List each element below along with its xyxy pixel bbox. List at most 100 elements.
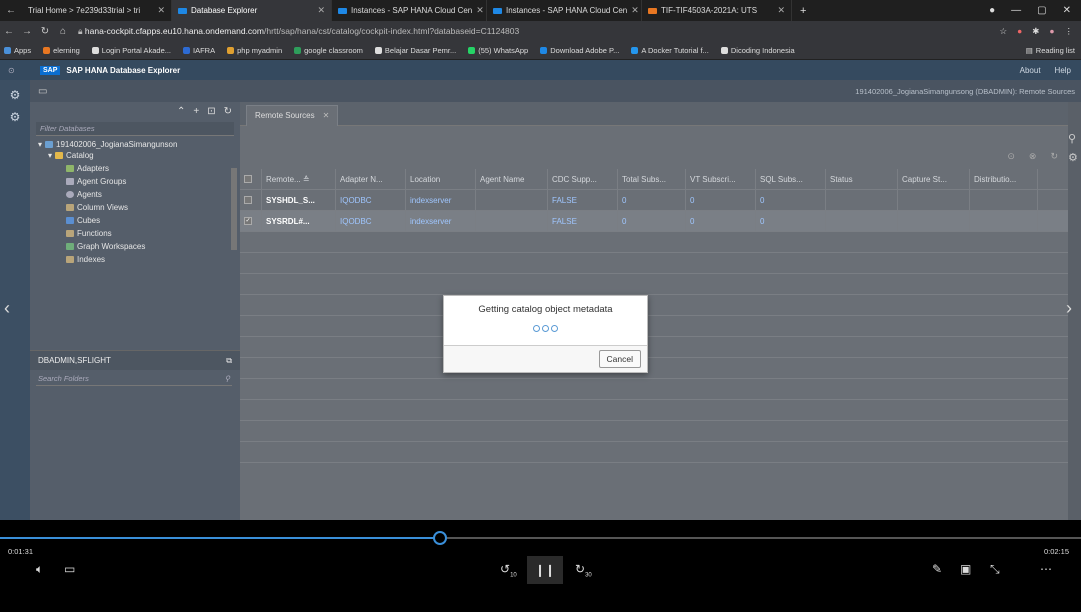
- filter-databases-input[interactable]: Filter Databases: [36, 122, 234, 136]
- play-icon[interactable]: ⊙: [1007, 151, 1015, 162]
- tree-item-agents[interactable]: Agents: [38, 189, 240, 200]
- tree-item-functions[interactable]: Functions: [38, 228, 240, 239]
- back-icon[interactable]: ←: [0, 26, 18, 37]
- home-icon[interactable]: ⌂: [54, 26, 72, 37]
- search-icon[interactable]: ⚲: [225, 374, 231, 383]
- cell-remote-source[interactable]: SYSRDL#...: [262, 210, 336, 232]
- row-select-cell[interactable]: [240, 189, 262, 211]
- puzzle-icon[interactable]: ✱: [1032, 26, 1039, 37]
- reload-icon[interactable]: ↻: [36, 26, 54, 37]
- bookmark[interactable]: IAFRA: [183, 46, 215, 55]
- stop-icon[interactable]: ⊗: [1029, 151, 1037, 162]
- back-icon[interactable]: ←: [0, 5, 22, 16]
- sql-console-icon[interactable]: ⊡: [207, 106, 215, 117]
- select-all-cell[interactable]: [240, 168, 262, 190]
- settings-icon[interactable]: ⚙: [0, 110, 30, 124]
- close-tab-icon[interactable]: ✕: [631, 5, 639, 16]
- star-icon[interactable]: ☆: [999, 26, 1007, 37]
- sql-console-icon[interactable]: ▭: [38, 86, 47, 97]
- edit-pen-icon[interactable]: ✎: [932, 562, 942, 576]
- tree-catalog-node[interactable]: ▾ Catalog: [38, 150, 240, 161]
- bookmark[interactable]: elerning: [43, 46, 80, 55]
- menu-icon[interactable]: ⋮: [1065, 26, 1074, 37]
- bookmark[interactable]: Login Portal Akade...: [91, 46, 171, 55]
- tree-item-cubes[interactable]: Cubes: [38, 215, 240, 226]
- forward-30-icon[interactable]: ↻30: [575, 562, 592, 578]
- bookmark[interactable]: Dicoding Indonesia: [720, 46, 795, 55]
- expand-caret-icon[interactable]: ▾: [48, 150, 52, 161]
- column-header[interactable]: Total Subs...: [618, 168, 686, 190]
- tree-item-graph-workspaces[interactable]: Graph Workspaces: [38, 241, 240, 252]
- column-header[interactable]: Capture St...: [898, 168, 970, 190]
- forward-icon[interactable]: →: [18, 26, 36, 37]
- close-tab-icon[interactable]: ✕: [777, 5, 785, 16]
- close-tab-icon[interactable]: ✕: [157, 5, 165, 16]
- browser-tab[interactable]: TIF-TIF4503A-2021A: UTS ✕: [642, 0, 792, 21]
- volume-icon[interactable]: 🔈︎: [36, 562, 43, 577]
- shell-menu-icon[interactable]: ⊙: [8, 66, 15, 75]
- bookmark[interactable]: (55) WhatsApp: [468, 46, 528, 55]
- avatar[interactable]: ●: [1049, 26, 1054, 37]
- table-row-selected[interactable]: ✓ SYSRDL#... IQODBC indexserver FALSE 0 …: [240, 210, 1068, 232]
- minimize-icon[interactable]: —: [1011, 5, 1021, 16]
- row-checkbox[interactable]: [244, 196, 252, 204]
- column-header[interactable]: Remote... ≙: [262, 168, 336, 190]
- column-header[interactable]: Adapter N...: [336, 168, 406, 190]
- tree-item-agent-groups[interactable]: Agent Groups: [38, 176, 240, 187]
- bookmark[interactable]: google classroom: [294, 46, 363, 55]
- bookmark[interactable]: A Docker Tutorial f...: [631, 46, 709, 55]
- collapse-icon[interactable]: ⌃: [177, 106, 185, 117]
- more-options-icon[interactable]: ⋯: [1040, 562, 1052, 576]
- fullscreen-exit-icon[interactable]: ⤡: [990, 562, 1000, 577]
- cancel-button[interactable]: Cancel: [598, 350, 641, 368]
- column-header[interactable]: Distributio...: [970, 168, 1038, 190]
- row-select-cell[interactable]: ✓: [240, 210, 262, 232]
- pause-button[interactable]: ❙❙: [527, 556, 563, 584]
- tree-item-adapters[interactable]: Adapters: [38, 163, 240, 174]
- browser-tab-active[interactable]: Database Explorer ✕: [172, 0, 332, 21]
- column-header[interactable]: CDC Supp...: [548, 168, 618, 190]
- close-window-icon[interactable]: ✕: [1063, 5, 1071, 16]
- new-tab-icon[interactable]: +: [792, 5, 814, 17]
- column-header[interactable]: Agent Name: [476, 168, 548, 190]
- browser-tab[interactable]: Instances - SAP HANA Cloud Cen ✕: [487, 0, 642, 21]
- tree-item-column-views[interactable]: Column Views: [38, 202, 240, 213]
- column-header[interactable]: Location: [406, 168, 476, 190]
- bookmark[interactable]: Belajar Dasar Pemr...: [374, 46, 456, 55]
- add-database-icon[interactable]: +: [193, 106, 199, 117]
- browser-tab[interactable]: Trial Home > 7e239d33trial > tri ✕: [22, 0, 172, 21]
- bookmark[interactable]: Download Adobe P...: [540, 46, 619, 55]
- previous-arrow-icon[interactable]: ‹: [4, 298, 10, 319]
- about-link[interactable]: About: [1020, 66, 1041, 75]
- column-header[interactable]: SQL Subs...: [756, 168, 826, 190]
- search-folders-input[interactable]: Search Folders ⚲: [36, 372, 232, 386]
- tab-remote-sources[interactable]: Remote Sources ✕: [246, 105, 339, 126]
- choose-schema-icon[interactable]: ⧉: [226, 356, 232, 366]
- column-header[interactable]: VT Subscri...: [686, 168, 756, 190]
- browser-tab[interactable]: Instances - SAP HANA Cloud Cen ✕: [332, 0, 487, 21]
- rewind-10-icon[interactable]: ↺10: [500, 562, 517, 578]
- select-all-checkbox[interactable]: [244, 175, 252, 183]
- close-tab-icon[interactable]: ✕: [323, 111, 330, 120]
- column-header[interactable]: Status: [826, 168, 898, 190]
- refresh-icon[interactable]: ↻: [1050, 151, 1058, 162]
- expand-caret-icon[interactable]: ▾: [38, 139, 42, 150]
- sort-ascending-icon[interactable]: ≙: [303, 175, 310, 184]
- bookmark-apps[interactable]: Apps: [4, 46, 31, 55]
- close-tab-icon[interactable]: ✕: [476, 5, 484, 16]
- tree-item-indexes[interactable]: Indexes: [38, 254, 240, 265]
- schema-selector[interactable]: DBADMIN,SFLIGHT ⧉: [30, 350, 240, 370]
- settings-icon[interactable]: ⚙: [1068, 151, 1081, 164]
- refresh-icon[interactable]: ↻: [224, 106, 232, 117]
- bookmark[interactable]: php myadmin: [227, 46, 282, 55]
- maximize-icon[interactable]: ▢: [1037, 5, 1046, 16]
- row-checkbox-checked[interactable]: ✓: [244, 217, 252, 225]
- close-tab-icon[interactable]: ✕: [317, 5, 325, 16]
- captions-icon[interactable]: ▭: [64, 562, 75, 576]
- url-field[interactable]: 🔒︎ hana-cockpit.cfapps.eu10.hana.ondeman…: [78, 26, 519, 37]
- tree-database-node[interactable]: ▾ 191402006_JogianaSimangunson: [38, 139, 240, 150]
- help-link[interactable]: Help: [1055, 66, 1071, 75]
- tree-scrollbar[interactable]: [231, 168, 237, 250]
- progress-handle[interactable]: [432, 531, 447, 545]
- miniplayer-icon[interactable]: ▣: [960, 562, 971, 576]
